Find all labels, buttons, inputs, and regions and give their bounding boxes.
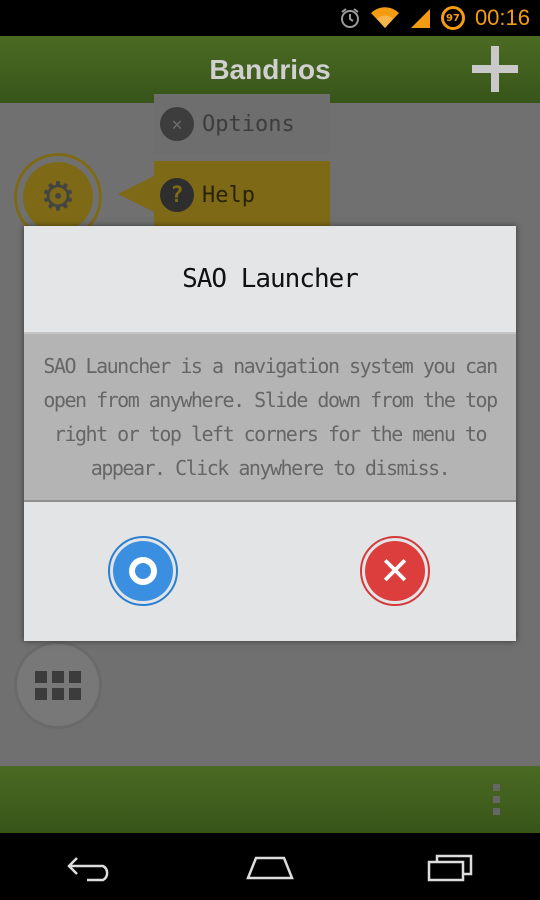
app-title: Bandrios	[209, 53, 331, 85]
cancel-button[interactable]: ✕	[360, 536, 430, 606]
help-icon: ?	[160, 178, 194, 212]
back-icon[interactable]	[55, 847, 125, 887]
dialog-body: SAO Launcher is a navigation system you …	[24, 334, 516, 502]
dialog-header: SAO Launcher	[24, 226, 516, 334]
menu-item-label: Help	[202, 182, 255, 208]
wifi-icon	[370, 7, 399, 29]
menu-item-help[interactable]: ? Help	[154, 161, 330, 229]
dialog-footer: ✕	[24, 502, 516, 641]
gear-icon: ⚙	[23, 162, 93, 232]
overflow-menu-icon[interactable]	[493, 784, 500, 815]
dialog-title: SAO Launcher	[182, 264, 359, 294]
clock: 00:16	[474, 5, 530, 30]
battery-icon: 97	[440, 6, 465, 30]
menu-item-label: Options	[202, 111, 295, 137]
menu-pointer	[118, 176, 154, 212]
close-icon: ✕	[365, 541, 425, 601]
menu-item-options[interactable]: ✕ Options	[154, 94, 330, 154]
status-bar: 97 00:16	[0, 0, 540, 36]
recents-icon[interactable]	[415, 847, 485, 887]
ok-button[interactable]	[108, 536, 178, 606]
apps-grid-icon	[35, 670, 81, 700]
tools-icon: ✕	[160, 107, 194, 141]
dialog-message: SAO Launcher is a navigation system you …	[43, 354, 498, 480]
action-bar: Bandrios	[0, 36, 540, 103]
home-icon[interactable]	[235, 847, 305, 887]
signal-icon	[409, 7, 431, 29]
apps-grid-button[interactable]	[14, 641, 102, 729]
alarm-icon	[339, 7, 361, 29]
ok-circle-icon	[113, 541, 173, 601]
navigation-bar	[0, 833, 540, 900]
info-dialog: SAO Launcher SAO Launcher is a navigatio…	[24, 226, 516, 641]
bottom-bar	[0, 766, 540, 833]
plus-icon[interactable]	[472, 46, 518, 92]
